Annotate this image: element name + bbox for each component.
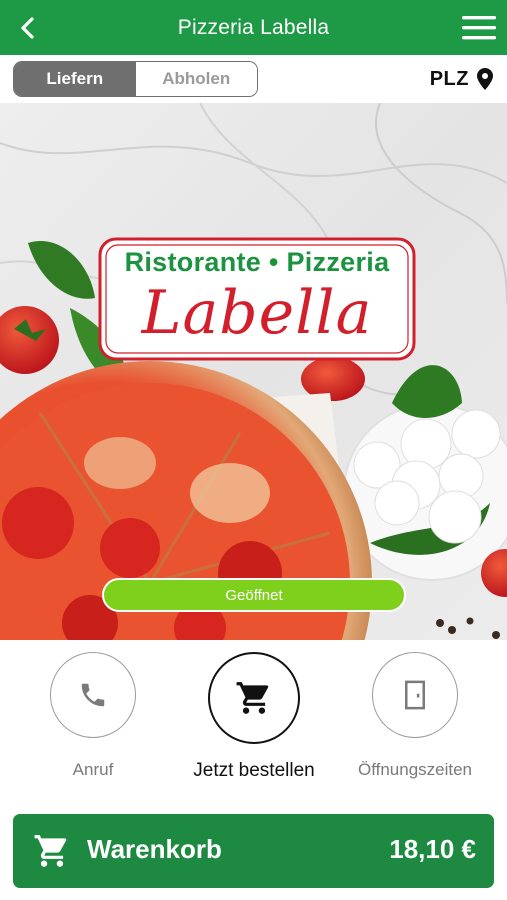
hero-illustration bbox=[0, 103, 507, 640]
restaurant-hero-image: Ristorante • Pizzeria Labella Geöffnet bbox=[0, 103, 507, 640]
order-mode-bar: Liefern Abholen PLZ bbox=[0, 55, 507, 103]
logo-subtitle: Ristorante • Pizzeria bbox=[124, 247, 390, 277]
cart-label: Warenkorb bbox=[87, 834, 222, 864]
opening-hours-label: Öffnungszeiten bbox=[357, 760, 473, 779]
top-app-bar: Pizzeria Labella bbox=[0, 0, 507, 55]
quick-actions: Anruf Jetzt bestellen Öffnungszeiten bbox=[0, 640, 507, 800]
location-pin-icon bbox=[477, 68, 493, 90]
opening-hours-action[interactable]: Öffnungszeiten bbox=[340, 652, 490, 780]
order-now-label: Jetzt bestellen bbox=[193, 760, 315, 781]
opening-hours-button[interactable] bbox=[372, 652, 458, 738]
call-label: Anruf bbox=[72, 760, 114, 779]
hamburger-menu-icon bbox=[462, 16, 496, 40]
door-icon bbox=[405, 680, 425, 710]
toggle-option-liefern[interactable]: Liefern bbox=[14, 62, 136, 96]
logo-wordmark: Labella bbox=[141, 278, 373, 348]
postcode-selector[interactable]: PLZ bbox=[430, 65, 493, 93]
page-title: Pizzeria Labella bbox=[177, 15, 330, 39]
chevron-left-icon bbox=[21, 17, 34, 39]
cart-total: 18,10 € bbox=[389, 834, 476, 864]
order-now-action[interactable]: Jetzt bestellen bbox=[179, 652, 329, 782]
shopping-cart-icon bbox=[236, 682, 269, 714]
cart-button[interactable]: Warenkorb 18,10 € bbox=[13, 814, 494, 888]
postcode-label: PLZ bbox=[429, 67, 469, 90]
back-button[interactable] bbox=[10, 10, 46, 46]
app-screen: Pizzeria Labella Liefern Abholen PLZ Ris… bbox=[0, 0, 507, 900]
call-button[interactable] bbox=[50, 652, 136, 738]
shopping-cart-icon bbox=[34, 835, 67, 867]
delivery-mode-toggle: Liefern Abholen bbox=[13, 61, 258, 97]
phone-icon bbox=[81, 683, 105, 707]
menu-button[interactable] bbox=[459, 10, 499, 46]
call-action[interactable]: Anruf bbox=[18, 652, 168, 780]
open-status-badge: Geöffnet bbox=[102, 578, 406, 612]
order-now-button[interactable] bbox=[208, 652, 300, 744]
toggle-option-abholen[interactable]: Abholen bbox=[135, 62, 257, 96]
